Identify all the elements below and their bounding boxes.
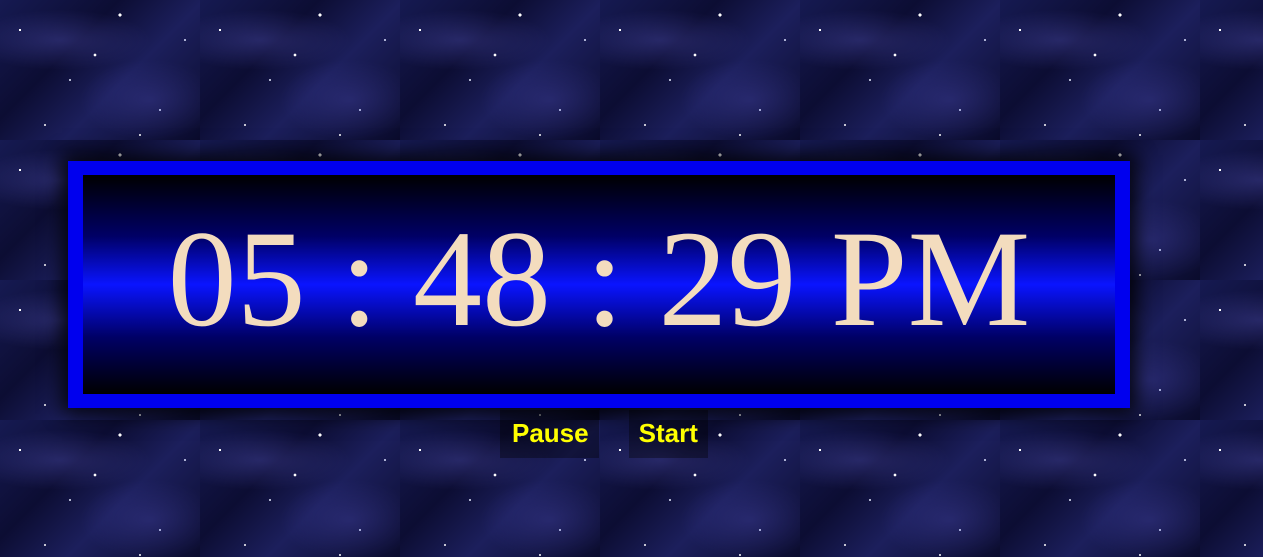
clock-frame: 05 : 48 : 29 PM (68, 161, 1130, 408)
clock-controls: Pause Start (500, 410, 708, 458)
pause-button[interactable]: Pause (500, 410, 599, 458)
clock-time-display: 05 : 48 : 29 PM (167, 201, 1031, 355)
start-button[interactable]: Start (628, 410, 708, 458)
clock-face: 05 : 48 : 29 PM (83, 175, 1115, 394)
